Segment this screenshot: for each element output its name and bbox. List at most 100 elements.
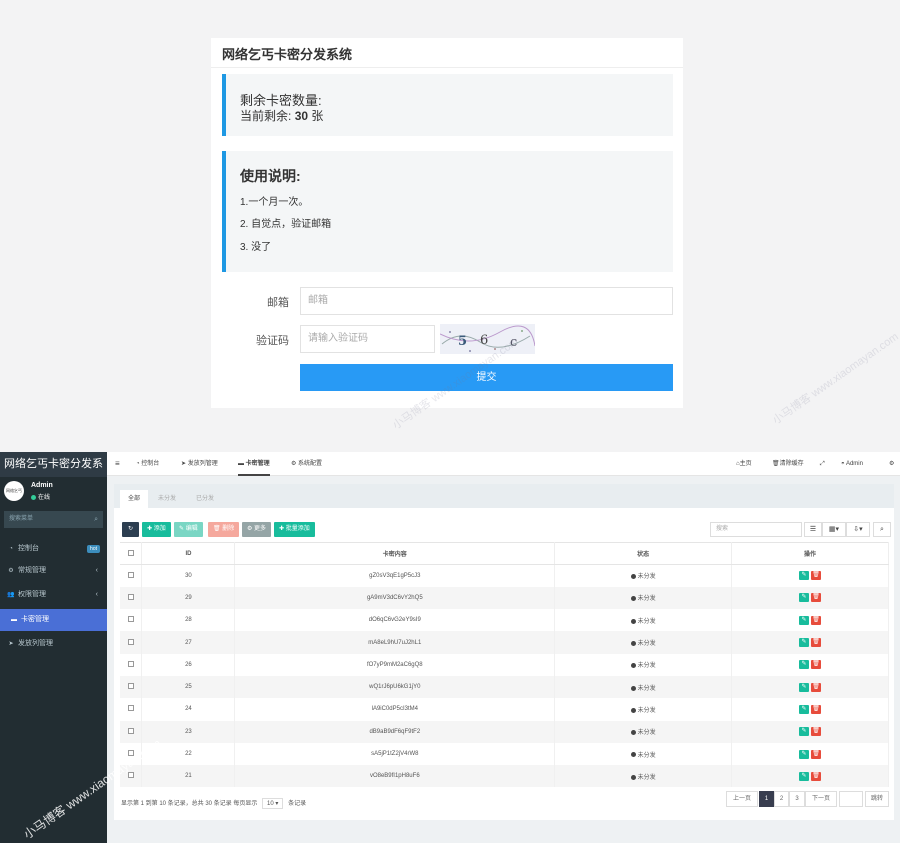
- edit-button[interactable]: ✎ 编辑: [174, 522, 203, 537]
- cell-code: dO6qC6vG2eY9sI9: [234, 609, 556, 632]
- delete-row-button[interactable]: 🗑: [811, 771, 822, 781]
- next-page-button[interactable]: 下一页: [805, 791, 837, 807]
- select-all-checkbox[interactable]: [120, 542, 143, 565]
- row-checkbox[interactable]: [120, 586, 143, 610]
- table-row[interactable]: 26 fO7yP9mM2aC6gQ8 未分发 ✎ 🗑: [120, 653, 889, 676]
- tab-undistributed[interactable]: 未分发: [150, 490, 185, 508]
- edit-row-button[interactable]: ✎: [799, 682, 810, 692]
- email-field[interactable]: 邮箱: [300, 287, 673, 315]
- edit-row-button[interactable]: ✎: [799, 571, 810, 581]
- jump-button[interactable]: 跳转: [865, 791, 889, 807]
- delete-row-button[interactable]: 🗑: [811, 638, 822, 648]
- search-icon: ⌕: [94, 516, 98, 523]
- table-row[interactable]: 27 mA8eL9hU7uJ2hL1 未分发 ✎ 🗑: [120, 631, 889, 654]
- card-icon: ▬: [238, 461, 246, 467]
- table-row[interactable]: 29 gA9mV3dC6vY2hQ5 未分发 ✎ 🗑: [120, 586, 889, 610]
- edit-row-button[interactable]: ✎: [799, 593, 810, 603]
- row-checkbox[interactable]: [120, 631, 143, 654]
- delete-row-button[interactable]: 🗑: [811, 615, 822, 625]
- table-row[interactable]: 21 vO8eB9fI1pH8uF6 未分发 ✎ 🗑: [120, 765, 889, 788]
- sidebar-item-dashboard[interactable]: ◔ 控制台 hot: [0, 538, 107, 560]
- topnav-send[interactable]: ➤ 发放列管理: [181, 452, 218, 476]
- table-row[interactable]: 22 sA5jP1tZ2jV4rW8 未分发 ✎ 🗑: [120, 742, 889, 766]
- topnav-config[interactable]: ⚙ 系统配置: [291, 452, 322, 476]
- row-checkbox[interactable]: [120, 609, 143, 632]
- tab-distributed[interactable]: 已分发: [188, 490, 223, 508]
- delete-row-button[interactable]: 🗑: [811, 593, 822, 603]
- cell-id: 25: [141, 675, 236, 699]
- prev-page-button[interactable]: 上一页: [726, 791, 758, 807]
- cell-actions: ✎ 🗑: [731, 720, 889, 743]
- more-button[interactable]: ⚙ 更多: [242, 522, 272, 537]
- row-checkbox[interactable]: [120, 675, 143, 699]
- sidebar-item-send[interactable]: ➤ 发放列管理: [0, 633, 107, 655]
- pagination-info: 显示第 1 到第 10 条记录，总共 30 条记录 每页显示 10 ▾ 条记录: [121, 798, 306, 809]
- delete-row-button[interactable]: 🗑: [811, 660, 822, 670]
- sidebar-search-input[interactable]: 搜索菜单 ⌕: [4, 511, 103, 528]
- row-checkbox[interactable]: [120, 720, 143, 743]
- export-dropdown-icon[interactable]: ⇩▾: [846, 522, 870, 537]
- page-2-button[interactable]: 2: [774, 791, 789, 807]
- edit-row-button[interactable]: ✎: [799, 727, 810, 737]
- topnav-home[interactable]: ⌂主页: [736, 452, 752, 476]
- delete-row-button[interactable]: 🗑: [811, 571, 822, 581]
- chevron-left-icon: ‹: [95, 591, 98, 598]
- sidebar-item-cards[interactable]: ▬ 卡密管理: [0, 609, 107, 631]
- page-1-button[interactable]: 1: [759, 791, 774, 807]
- add-button[interactable]: ✚ 添加: [142, 522, 171, 537]
- sidebar-item-permission[interactable]: 👥 权限管理 ‹: [0, 584, 107, 606]
- table-row[interactable]: 23 dB9aB9dF6qF9tF2 未分发 ✎ 🗑: [120, 720, 889, 743]
- edit-row-button[interactable]: ✎: [799, 749, 810, 759]
- edit-row-button[interactable]: ✎: [799, 771, 810, 781]
- menu-toggle-icon[interactable]: ≡: [115, 452, 120, 476]
- column-header-status[interactable]: 状态: [554, 542, 733, 565]
- send-icon: ➤: [181, 461, 188, 467]
- search-icon[interactable]: ⌕: [873, 522, 891, 537]
- row-checkbox[interactable]: [120, 653, 143, 676]
- sidebar-item-general[interactable]: ⚙ 常规管理 ‹: [0, 560, 107, 582]
- columns-dropdown-icon[interactable]: ▦▾: [822, 522, 846, 537]
- fullscreen-icon[interactable]: ⤢: [820, 452, 825, 476]
- delete-row-button[interactable]: 🗑: [811, 749, 822, 759]
- edit-row-button[interactable]: ✎: [799, 660, 810, 670]
- page-size-select[interactable]: 10 ▾: [262, 798, 284, 809]
- table-row[interactable]: 25 wQ1rJ6pU6kG1jY0 未分发 ✎ 🗑: [120, 675, 889, 699]
- table-search-input[interactable]: 搜索: [710, 522, 802, 537]
- settings-gear-icon[interactable]: ⚙: [889, 452, 894, 476]
- jump-page-input[interactable]: [839, 791, 863, 807]
- delete-row-button[interactable]: 🗑: [811, 727, 822, 737]
- svg-text:5: 5: [458, 334, 467, 349]
- refresh-button[interactable]: ↻: [122, 522, 139, 537]
- stock-callout: 剩余卡密数量: 当前剩余: 30 张: [222, 74, 673, 136]
- topnav-dashboard[interactable]: ◔ 控制台: [136, 452, 159, 476]
- topnav-user[interactable]: ◓ Admin: [841, 452, 863, 476]
- status-dot-icon: [630, 752, 636, 758]
- delete-row-button[interactable]: 🗑: [811, 704, 822, 714]
- list-view-icon[interactable]: ☰: [804, 522, 822, 537]
- stock-count: 30: [294, 109, 309, 123]
- delete-button[interactable]: 🗑 删除: [208, 522, 240, 537]
- edit-row-button[interactable]: ✎: [799, 638, 810, 648]
- topnav-clear-cache[interactable]: 🗑清除缓存: [772, 452, 804, 476]
- table-row[interactable]: 28 dO6qC6vG2eY9sI9 未分发 ✎ 🗑: [120, 609, 889, 632]
- topnav-cards[interactable]: ▬ 卡密管理: [238, 452, 270, 476]
- users-icon: 👥: [7, 592, 15, 598]
- row-checkbox[interactable]: [120, 698, 143, 721]
- cell-status: 未分发: [554, 720, 733, 743]
- batch-add-button[interactable]: ✚ 批量添加: [274, 522, 315, 537]
- chevron-left-icon: ‹: [95, 567, 98, 574]
- table-row[interactable]: 30 gZ0sV3qE1gP5cJ3 未分发 ✎ 🗑: [120, 564, 889, 587]
- tab-all[interactable]: 全部: [120, 490, 149, 508]
- column-header-code[interactable]: 卡密内容: [234, 542, 556, 565]
- delete-row-button[interactable]: 🗑: [811, 682, 822, 692]
- cell-code: vO8eB9fI1pH8uF6: [234, 765, 556, 788]
- status-dot-icon: [630, 663, 636, 669]
- cell-code: dB9aB9dF6qF9tF2: [234, 720, 556, 743]
- captcha-field[interactable]: 请输入验证码: [300, 325, 435, 353]
- edit-row-button[interactable]: ✎: [799, 704, 810, 714]
- edit-row-button[interactable]: ✎: [799, 615, 810, 625]
- row-checkbox[interactable]: [120, 564, 143, 587]
- table-row[interactable]: 24 lA9iC0dP5cI3tM4 未分发 ✎ 🗑: [120, 698, 889, 721]
- column-header-id[interactable]: ID: [141, 542, 236, 565]
- page-3-button[interactable]: 3: [789, 791, 805, 807]
